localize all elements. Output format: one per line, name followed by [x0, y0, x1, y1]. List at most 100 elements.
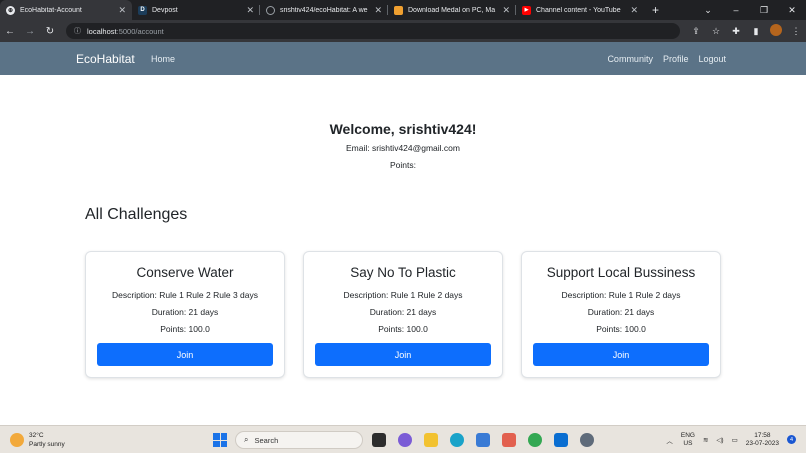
challenge-title: Say No To Plastic: [350, 265, 456, 280]
tab-title: Channel content - YouTube: [536, 6, 621, 14]
clock-date: 23-07-2023: [745, 439, 779, 447]
lang-bottom: US: [683, 439, 693, 447]
weather-temp: 32°C: [29, 431, 44, 439]
challenge-title: Support Local Bussiness: [546, 265, 696, 280]
task-view-icon[interactable]: [372, 433, 386, 447]
star-icon[interactable]: ☆: [706, 26, 726, 37]
join-button[interactable]: Join: [533, 343, 709, 366]
chevron-down-icon[interactable]: ⌄: [694, 5, 722, 16]
address-bar: ← → ↻ ⓘ localhost:5000/account ⇪ ☆ ✚ ▮ ⋮: [0, 20, 806, 42]
close-icon[interactable]: ✕: [246, 5, 254, 16]
file-explorer-icon[interactable]: [424, 433, 438, 447]
tab-github[interactable]: srishtiv424/ecoHabitat: A we ✕: [260, 0, 388, 20]
nav-right: Community Profile Logout: [607, 54, 726, 64]
close-icon[interactable]: ✕: [630, 5, 638, 16]
url-input[interactable]: ⓘ localhost:5000/account: [66, 23, 680, 39]
side-panel-icon[interactable]: ▮: [746, 26, 766, 37]
tab-title: Download Medal on PC, Ma: [408, 6, 496, 14]
vscode-icon[interactable]: [554, 433, 568, 447]
chat-icon[interactable]: [398, 433, 412, 447]
nav-community-link[interactable]: Community: [607, 54, 653, 64]
menu-icon[interactable]: ⋮: [786, 26, 806, 37]
challenge-points: Points: 100.0: [596, 324, 646, 334]
language-indicator[interactable]: ENG US: [681, 432, 695, 448]
info-icon[interactable]: ⓘ: [74, 26, 81, 36]
tab-ecohabitat-account[interactable]: ⊕ EcoHabitat-Account ✕: [0, 0, 132, 20]
battery-icon[interactable]: ▭: [732, 436, 738, 444]
section-title: All Challenges: [85, 206, 188, 223]
profile-avatar-icon[interactable]: [766, 24, 786, 38]
settings-icon[interactable]: [580, 433, 594, 447]
windows-taskbar: 32°C Partly sunny ⌕ Search ︿ ENG US ≋ ◁)…: [0, 425, 806, 453]
challenge-title: Conserve Water: [136, 265, 234, 280]
challenge-card: Say No To Plastic Description: Rule 1 Ru…: [303, 251, 503, 378]
challenge-duration: Duration: 21 days: [151, 307, 219, 317]
challenge-description: Description: Rule 1 Rule 2 Rule 3 days: [112, 290, 258, 300]
tab-title: srishtiv424/ecoHabitat: A we: [280, 6, 368, 14]
challenge-card: Support Local Bussiness Description: Rul…: [521, 251, 721, 378]
weather-widget[interactable]: 32°C Partly sunny: [10, 431, 65, 449]
welcome-heading: Welcome, srishtiv424!: [329, 121, 477, 137]
lang-top: ENG: [680, 431, 695, 439]
extensions-icon[interactable]: ✚: [726, 26, 746, 37]
system-tray: ︿ ENG US ≋ ◁) ▭ 17:58 23-07-2023 4: [666, 432, 796, 448]
taskbar-search[interactable]: ⌕ Search: [235, 431, 363, 449]
brand-link[interactable]: EcoHabitat: [76, 52, 135, 66]
edge-icon[interactable]: [450, 433, 464, 447]
clock[interactable]: 17:58 23-07-2023: [746, 432, 779, 448]
minimize-icon[interactable]: –: [722, 5, 750, 15]
toolbar-icons: ⇪ ☆ ✚ ▮ ⋮: [686, 24, 806, 38]
join-button[interactable]: Join: [97, 343, 273, 366]
close-icon[interactable]: ✕: [374, 5, 382, 16]
windows-start-icon[interactable]: [213, 433, 227, 447]
close-icon[interactable]: ✕: [118, 5, 126, 16]
join-button[interactable]: Join: [315, 343, 491, 366]
tab-youtube[interactable]: ▶ Channel content - YouTube ✕: [516, 0, 644, 20]
chevron-up-icon[interactable]: ︿: [666, 435, 673, 445]
volume-icon[interactable]: ◁): [716, 436, 723, 444]
search-icon: ⌕: [244, 435, 249, 444]
github-icon: [266, 5, 275, 15]
wifi-icon[interactable]: ≋: [703, 436, 708, 444]
challenge-duration: Duration: 21 days: [369, 307, 437, 317]
globe-icon: ⊕: [6, 5, 15, 15]
devpost-icon: D: [138, 5, 147, 15]
nav-home-link[interactable]: Home: [151, 54, 175, 64]
chrome-icon[interactable]: [528, 433, 542, 447]
new-tab-button[interactable]: +: [644, 0, 667, 20]
store-icon[interactable]: [476, 433, 490, 447]
user-points: Points:: [390, 160, 416, 170]
tab-medal[interactable]: Download Medal on PC, Ma ✕: [388, 0, 516, 20]
challenge-duration: Duration: 21 days: [587, 307, 655, 317]
url-path: :5000/account: [116, 26, 164, 36]
nav-profile-link[interactable]: Profile: [663, 54, 689, 64]
challenge-points: Points: 100.0: [378, 324, 428, 334]
browser-tab-strip: ⊕ EcoHabitat-Account ✕ D Devpost ✕ srish…: [0, 0, 806, 20]
user-email: Email: srishtiv424@gmail.com: [346, 143, 460, 153]
tab-title: EcoHabitat-Account: [20, 6, 82, 14]
url-host: localhost: [87, 26, 117, 36]
app-icon[interactable]: [502, 433, 516, 447]
forward-icon[interactable]: →: [20, 26, 40, 37]
partly-sunny-icon: [10, 432, 24, 447]
notification-badge[interactable]: 4: [787, 435, 796, 444]
challenge-points: Points: 100.0: [160, 324, 210, 334]
close-window-icon[interactable]: ✕: [778, 5, 806, 16]
medal-icon: [394, 5, 403, 15]
clock-time: 17:58: [754, 431, 771, 439]
back-icon[interactable]: ←: [0, 26, 20, 37]
restore-icon[interactable]: ❐: [750, 5, 778, 16]
youtube-icon: ▶: [522, 5, 531, 15]
reload-icon[interactable]: ↻: [40, 26, 60, 37]
tab-devpost[interactable]: D Devpost ✕: [132, 0, 260, 20]
window-controls: ⌄ – ❐ ✕: [694, 0, 806, 20]
nav-logout-link[interactable]: Logout: [698, 54, 726, 64]
challenge-description: Description: Rule 1 Rule 2 days: [561, 290, 681, 300]
close-icon[interactable]: ✕: [502, 5, 510, 16]
search-label: Search: [254, 435, 279, 445]
challenge-card: Conserve Water Description: Rule 1 Rule …: [85, 251, 285, 378]
weather-desc: Partly sunny: [29, 440, 65, 448]
share-icon[interactable]: ⇪: [686, 26, 706, 37]
tab-title: Devpost: [152, 6, 178, 14]
main-content: Welcome, srishtiv424! Email: srishtiv424…: [0, 75, 806, 425]
